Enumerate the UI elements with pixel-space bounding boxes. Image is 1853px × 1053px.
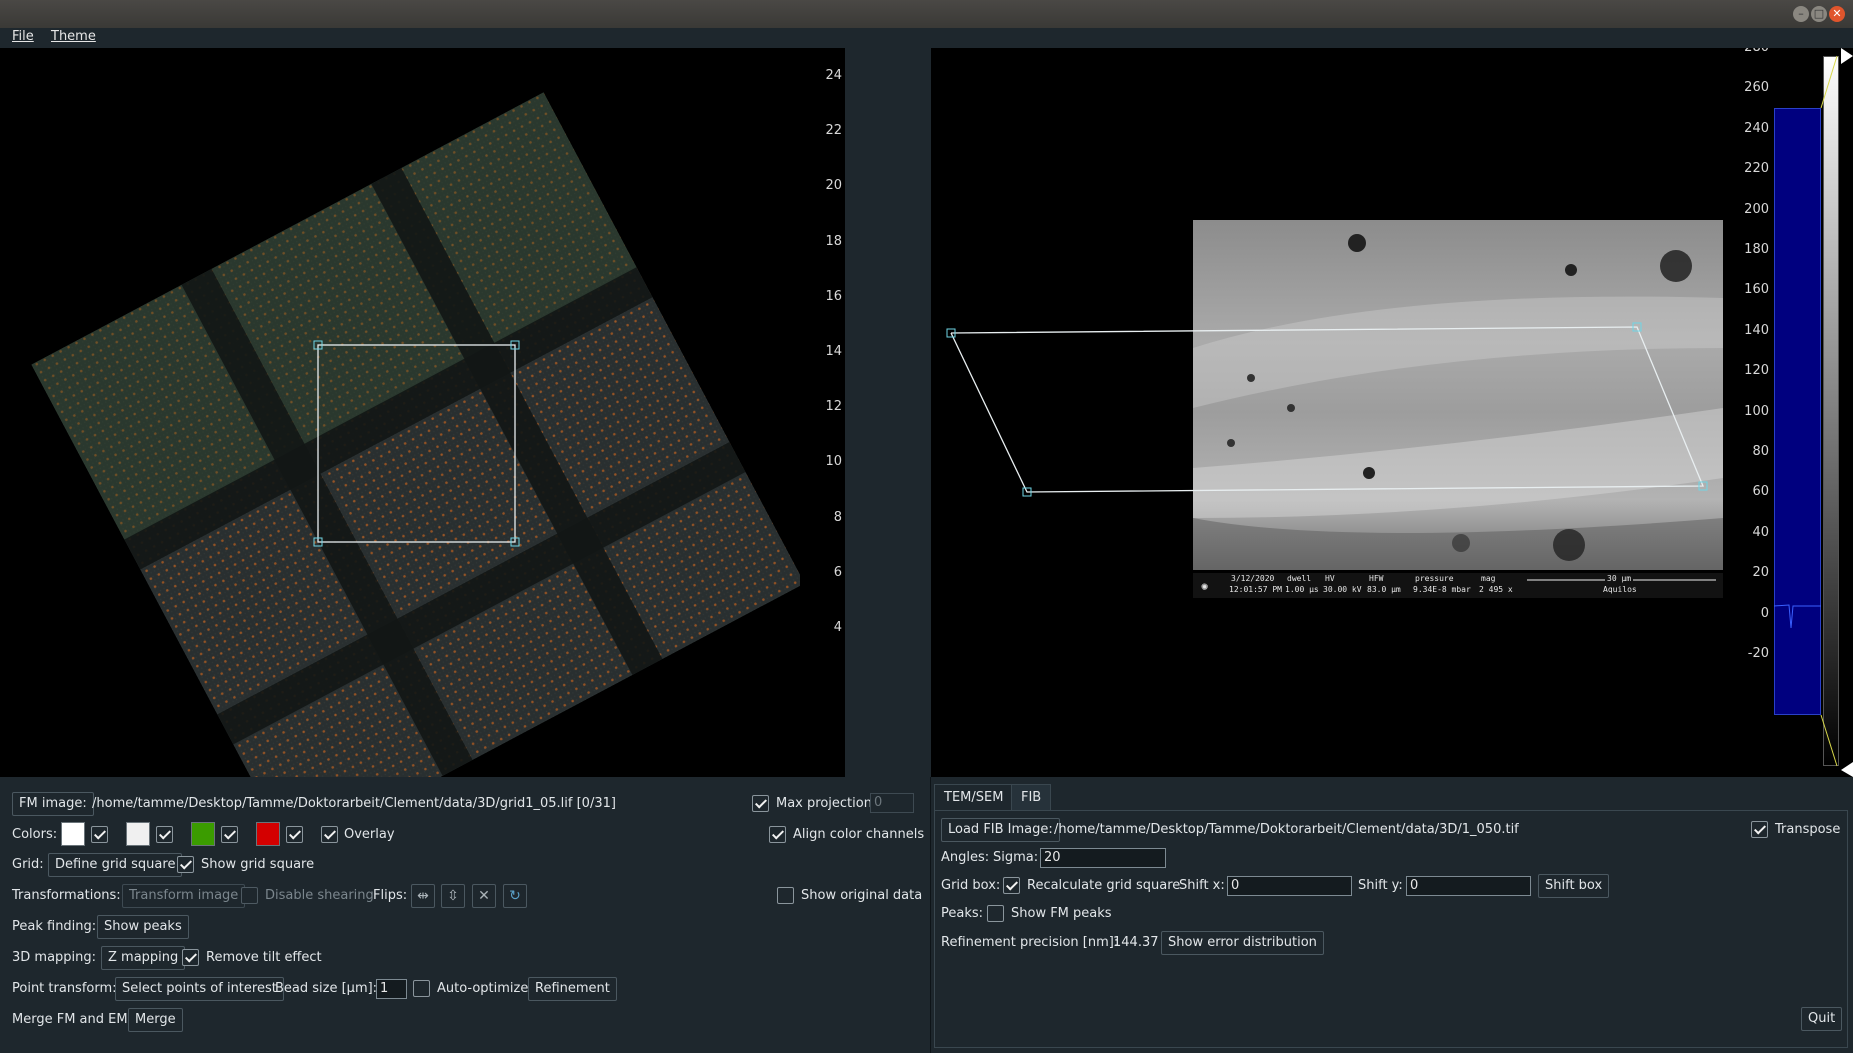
em-controls: TEM/SEM FIB Load FIB Image: /home/tamme/… [930, 777, 1853, 1053]
shift-y-label: Shift y: [1358, 878, 1403, 893]
grid-label: Grid: [12, 857, 44, 872]
remove-tilt-checkbox[interactable] [182, 949, 199, 966]
disable-shearing-checkbox[interactable] [241, 887, 258, 904]
grid-box-label: Grid box: [941, 878, 1001, 893]
em-contrast-curve [1773, 48, 1853, 777]
flip-vertical-icon[interactable]: ⇳ [441, 884, 465, 908]
refinement-precision-label: Refinement precision [nm]: [941, 935, 1119, 950]
max-projection-checkbox[interactable] [752, 795, 769, 812]
em-histogram[interactable]: 280260240220200180160140120100806040200-… [1741, 48, 1853, 777]
load-fib-image-button[interactable]: Load FIB Image: [941, 818, 1060, 842]
channel-3-checkbox[interactable] [221, 826, 238, 843]
transformations-label: Transformations: [12, 888, 121, 903]
3d-mapping-label: 3D mapping: [12, 950, 97, 965]
color-swatch-3[interactable] [191, 822, 215, 846]
fib-tab-panel [934, 810, 1848, 1048]
close-button[interactable]: ✕ [1829, 6, 1845, 22]
rotate-icon[interactable]: ↻ [503, 884, 527, 908]
angles-label: Angles: [941, 850, 990, 865]
sigma-label: Sigma: [993, 850, 1039, 865]
peaks-label: Peaks: [941, 906, 984, 921]
peak-finding-label: Peak finding: [12, 919, 97, 934]
em-max-handle [1841, 48, 1853, 64]
title-bar: – □ ✕ [0, 0, 1853, 28]
menu-file[interactable]: File [12, 29, 34, 44]
transform-image-button[interactable]: Transform image [122, 884, 246, 908]
bead-size-label: Bead size [µm]: [275, 981, 378, 996]
logo-icon: ✺ [1201, 579, 1209, 593]
shift-x-input[interactable]: 0 [1227, 876, 1352, 896]
show-fm-peaks-label: Show FM peaks [1011, 906, 1112, 921]
bead-size-input[interactable]: 1 [376, 979, 407, 999]
slice-spinbox[interactable]: 0 [870, 793, 914, 813]
z-mapping-button[interactable]: Z mapping [101, 946, 186, 970]
flip-horizontal-icon[interactable]: ⇹ [411, 884, 435, 908]
transpose-icon[interactable]: ✕ [472, 884, 496, 908]
quit-button[interactable]: Quit [1801, 1007, 1843, 1031]
show-error-distribution-button[interactable]: Show error distribution [1161, 931, 1324, 955]
define-grid-square-button[interactable]: Define grid square [48, 853, 183, 877]
shift-y-input[interactable]: 0 [1406, 876, 1531, 896]
fib-image [946, 220, 1723, 598]
auto-optimize-label: Auto-optimize [437, 981, 529, 996]
show-original-data-checkbox[interactable] [777, 887, 794, 904]
color-swatch-1[interactable] [61, 822, 85, 846]
fm-image-view[interactable]: 24 22 20 18 16 14 12 10 8 6 4 [0, 48, 845, 777]
channel-1-checkbox[interactable] [91, 826, 108, 843]
fm-image-button[interactable]: FM image: [12, 792, 94, 816]
show-fm-peaks-checkbox[interactable] [987, 905, 1004, 922]
fm-image [31, 92, 805, 777]
recalculate-grid-checkbox[interactable] [1003, 877, 1020, 894]
flips-label: Flips: [373, 888, 408, 903]
channel-4-checkbox[interactable] [286, 826, 303, 843]
show-grid-square-label: Show grid square [201, 857, 315, 872]
fm-histogram[interactable]: 24 22 20 18 16 14 12 10 8 6 4 [800, 48, 845, 777]
refinement-button[interactable]: Refinement [528, 977, 617, 1001]
fib-image-path: /home/tamme/Desktop/Tamme/Doktorarbeit/C… [1054, 822, 1519, 837]
select-points-button[interactable]: Select points of interest [115, 977, 284, 1001]
em-min-handle [1841, 762, 1853, 777]
align-color-channels-label: Align color channels [793, 827, 925, 842]
transpose-checkbox[interactable] [1751, 821, 1768, 838]
shift-x-label: Shift x: [1179, 878, 1225, 893]
color-swatch-4[interactable] [256, 822, 280, 846]
refinement-precision-value: 144.37 [1113, 935, 1159, 950]
overlay-checkbox[interactable] [321, 826, 338, 843]
maximize-button[interactable]: □ [1811, 6, 1827, 22]
show-original-data-label: Show original data [801, 888, 923, 903]
show-grid-square-checkbox[interactable] [177, 856, 194, 873]
em-image-view[interactable]: ✺ 3/12/2020 12:01:57 PM dwell 1.00 µs HV… [931, 48, 1741, 777]
remove-tilt-label: Remove tilt effect [206, 950, 322, 965]
minimize-button[interactable]: – [1793, 6, 1809, 22]
recalculate-grid-label: Recalculate grid square [1027, 878, 1181, 893]
tab-fib[interactable]: FIB [1011, 784, 1052, 810]
color-swatch-2[interactable] [126, 822, 150, 846]
auto-optimize-checkbox[interactable] [413, 980, 430, 997]
show-peaks-button[interactable]: Show peaks [97, 915, 189, 939]
menu-theme[interactable]: Theme [51, 29, 96, 44]
fm-controls: FM image: /home/tamme/Desktop/Tamme/Dokt… [0, 777, 930, 1053]
disable-shearing-label: Disable shearing [265, 888, 374, 903]
fm-contrast-curve [800, 48, 845, 777]
sigma-input[interactable]: 20 [1040, 848, 1166, 868]
transpose-label: Transpose [1775, 822, 1841, 837]
sem-footer: ✺ 3/12/2020 12:01:57 PM dwell 1.00 µs HV… [1201, 574, 1637, 594]
channel-2-checkbox[interactable] [156, 826, 173, 843]
tab-tem-sem[interactable]: TEM/SEM [934, 784, 1014, 810]
merge-button[interactable]: Merge [128, 1008, 183, 1032]
max-projection-label: Max projection [776, 796, 872, 811]
shift-box-button[interactable]: Shift box [1538, 874, 1610, 898]
overlay-label: Overlay [344, 827, 395, 842]
colors-label: Colors: [12, 827, 58, 842]
merge-label: Merge FM and EM: [12, 1012, 132, 1027]
align-color-channels-checkbox[interactable] [769, 826, 786, 843]
menu-bar: File Theme [0, 28, 1853, 48]
view-splitter[interactable] [926, 48, 930, 777]
fm-image-path: /home/tamme/Desktop/Tamme/Doktorarbeit/C… [92, 796, 616, 811]
point-transform-label: Point transform: [12, 981, 117, 996]
